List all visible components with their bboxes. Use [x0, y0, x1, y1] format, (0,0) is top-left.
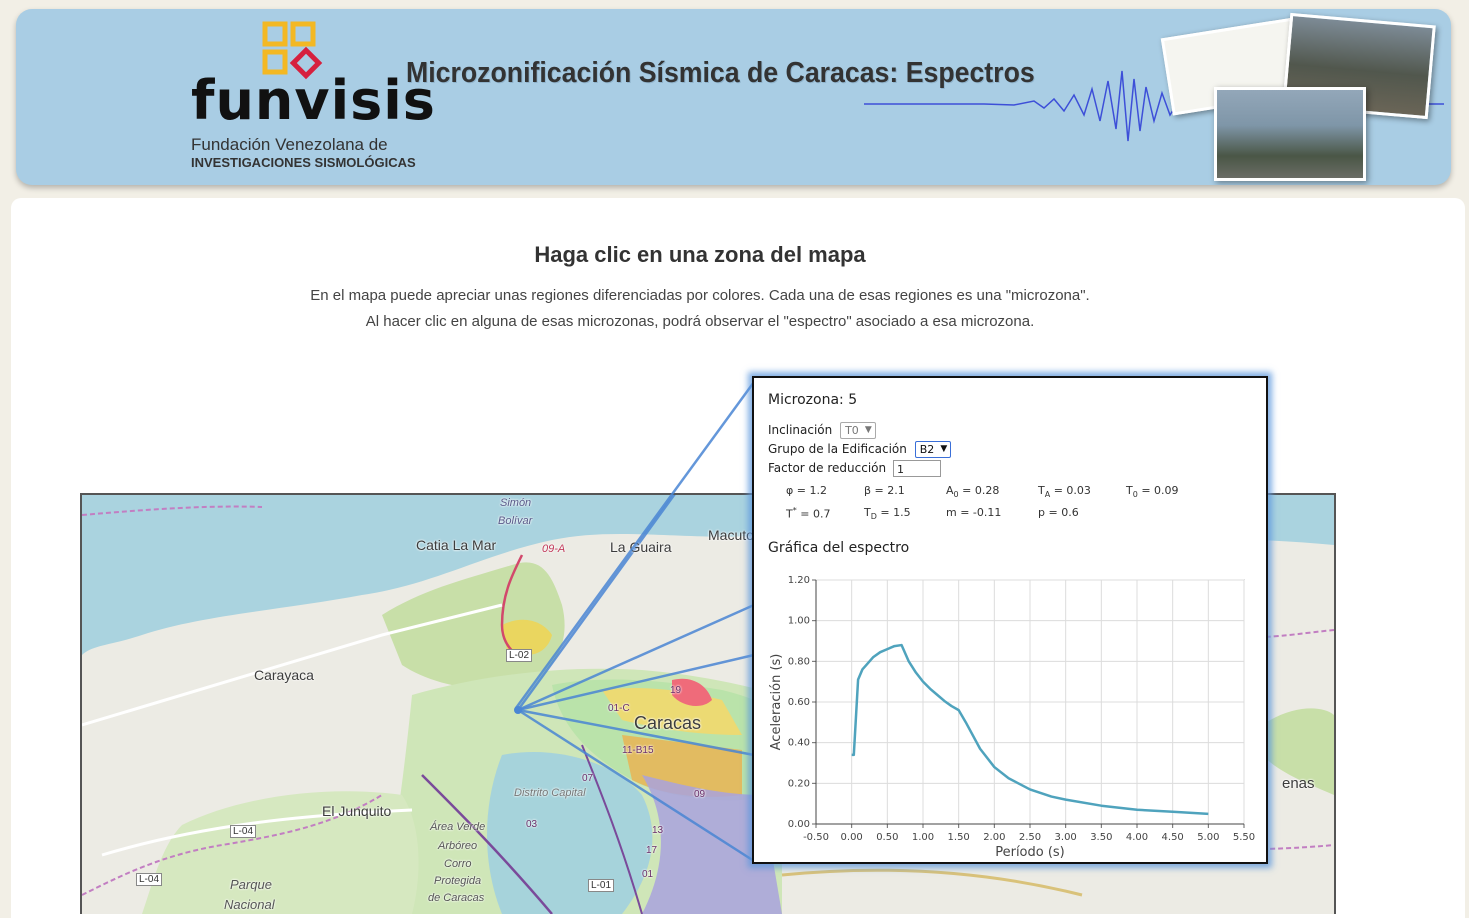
- map-label-parque: Parque: [230, 877, 272, 892]
- spectrum-chart: -0.50 0.00 0.50 1.00 1.50 2.00 2.50 3.00 3.50 4.0…: [769, 575, 1255, 860]
- param-beta: β = 2.1: [864, 484, 905, 497]
- site-header: funvisis Fundación Venezolana de INVESTI…: [16, 9, 1451, 185]
- map-label-bolivar: Bolívar: [498, 515, 533, 527]
- map-label-l04-a: L-04: [230, 825, 257, 838]
- map-label-enas: enas: [1282, 775, 1315, 792]
- page-title: Haga clic en una zona del mapa: [534, 242, 866, 267]
- map-label-carayaca: Carayaca: [254, 667, 314, 683]
- grupo-label: Grupo de la Edificación: [768, 442, 907, 456]
- map-click-marker: [514, 706, 522, 714]
- param-ta: TA = 0.03: [1038, 484, 1091, 500]
- map-zone-07: 07: [582, 773, 594, 784]
- map-zone-09: 09: [694, 789, 706, 800]
- map-label-la-guaira: La Guaira: [610, 539, 672, 555]
- chart-title: Gráfica del espectro: [768, 540, 910, 556]
- inclinacion-row: Inclinación T0 ▼: [768, 422, 876, 439]
- map-zone-19: 19: [670, 685, 682, 696]
- map-label-caracas: Caracas: [634, 713, 702, 733]
- grupo-value: B2: [919, 443, 935, 456]
- x-axis-label: Período (s): [995, 845, 1065, 860]
- map-zone-13: 13: [652, 825, 664, 836]
- y-tick-label: 1.20: [788, 575, 810, 586]
- factor-label: Factor de reducción: [768, 461, 887, 475]
- intro-text-2: Al hacer clic en alguna de esas microzon…: [365, 313, 1035, 330]
- x-tick-label: 1.00: [912, 832, 934, 843]
- chevron-down-icon: ▼: [940, 444, 948, 454]
- y-tick-label: 0.00: [788, 819, 810, 830]
- map-zone-03: 03: [526, 819, 538, 830]
- map-label-el-junquito: El Junquito: [322, 803, 392, 819]
- param-t0: T0 = 0.09: [1126, 484, 1179, 500]
- inclinacion-select[interactable]: T0 ▼: [840, 422, 876, 439]
- map-label-protegida: Protegida: [434, 875, 482, 887]
- brand-subtitle: Fundación Venezolana de: [191, 135, 388, 154]
- x-tick-label: 3.00: [1055, 832, 1077, 843]
- y-tick-label: 1.00: [788, 616, 810, 627]
- map-label-l04-b: L-04: [136, 873, 163, 886]
- param-td: TD = 1.5: [864, 506, 911, 522]
- chevron-down-icon: ▼: [864, 425, 872, 435]
- x-tick-label: 3.50: [1090, 832, 1112, 843]
- param-tstar: T* = 0.7: [786, 506, 831, 521]
- x-tick-label: 4.50: [1162, 832, 1184, 843]
- x-tick-label: 0.50: [876, 832, 898, 843]
- map-zone-11b15: 11-B15: [622, 745, 654, 756]
- map-label-arboreo: Arbóreo: [438, 840, 478, 852]
- x-tick-label: 2.00: [983, 832, 1005, 843]
- map-label-area-verde: Área Verde: [430, 821, 486, 833]
- x-tick-label: 0.00: [841, 832, 863, 843]
- grupo-row: Grupo de la Edificación B2 ▼: [768, 441, 952, 458]
- map-label-simon: Simón: [500, 497, 532, 509]
- x-tick-label: -0.50: [803, 832, 829, 843]
- map-label-corro: Corro: [444, 858, 472, 870]
- map-label-road-09a: 09-A: [542, 543, 566, 555]
- factor-row: Factor de reducción 1: [768, 460, 941, 477]
- map-label-l02: L-02: [506, 649, 533, 662]
- x-tick-label: 5.50: [1233, 832, 1255, 843]
- map-label-catia: Catia La Mar: [416, 537, 497, 553]
- map-zone-17: 17: [646, 845, 658, 856]
- factor-input[interactable]: 1: [892, 460, 941, 477]
- x-tick-label: 1.50: [948, 832, 970, 843]
- inclinacion-label: Inclinación: [768, 423, 833, 437]
- param-phi: φ = 1.2: [786, 484, 827, 497]
- map-label-distrito: Distrito Capital: [514, 787, 586, 799]
- grupo-select[interactable]: B2 ▼: [914, 441, 952, 458]
- param-a0: A0 = 0.28: [946, 484, 1000, 500]
- param-m: m = -0.11: [946, 506, 1002, 519]
- map-zone-01c: 01-C: [608, 703, 630, 714]
- valley-photo-icon: [1214, 87, 1366, 181]
- y-tick-label: 0.80: [788, 656, 810, 667]
- y-tick-label: 0.40: [788, 738, 810, 749]
- map-label-de-caracas: de Caracas: [428, 892, 485, 904]
- brand-name: funvisis: [191, 69, 436, 132]
- x-tick-label: 5.00: [1197, 832, 1219, 843]
- map-zone-01: 01: [642, 869, 654, 880]
- y-axis-label: Aceleración (s): [769, 654, 784, 751]
- y-tick-label: 0.20: [788, 778, 810, 789]
- param-p: p = 0.6: [1038, 506, 1079, 519]
- inclinacion-value: T0: [845, 424, 859, 437]
- intro-text-1: En el mapa puede apreciar unas regiones …: [310, 287, 1090, 304]
- x-tick-label: 4.00: [1126, 832, 1148, 843]
- map-label-l01: L-01: [588, 879, 615, 892]
- y-tick-label: 0.60: [788, 697, 810, 708]
- map-label-nacional: Nacional: [224, 897, 275, 912]
- map-label-macuto: Macuto: [708, 527, 754, 543]
- x-tick-label: 2.50: [1019, 832, 1041, 843]
- popup-title: Microzona: 5: [768, 392, 858, 408]
- microzone-popup: Microzona: 5 Inclinación T0 ▼ Grupo de l…: [752, 376, 1268, 864]
- brand-subtitle-bold: INVESTIGACIONES SISMOLÓGICAS: [191, 155, 416, 170]
